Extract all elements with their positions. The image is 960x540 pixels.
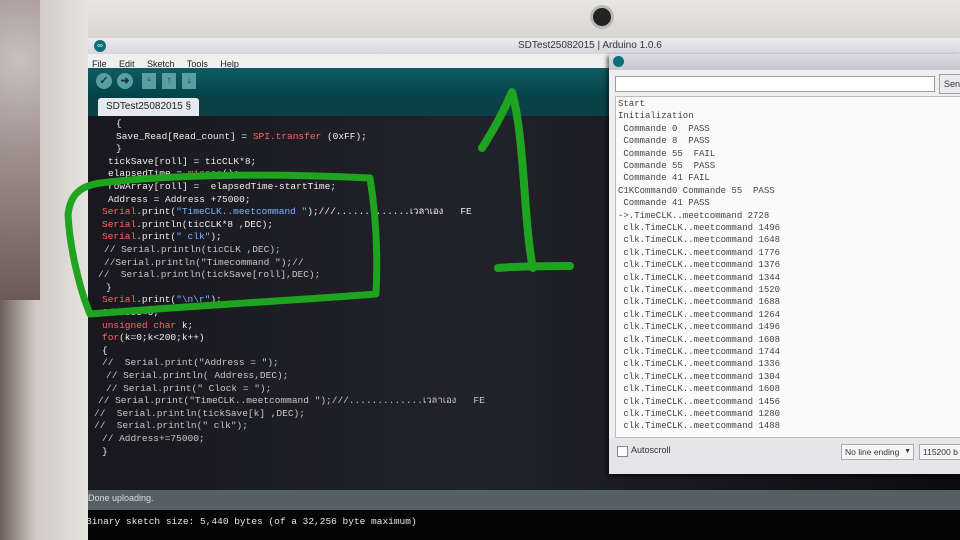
annotation-numeral-one bbox=[478, 88, 574, 272]
annotation-box bbox=[64, 171, 381, 318]
green-annotation-overlay bbox=[64, 88, 574, 318]
